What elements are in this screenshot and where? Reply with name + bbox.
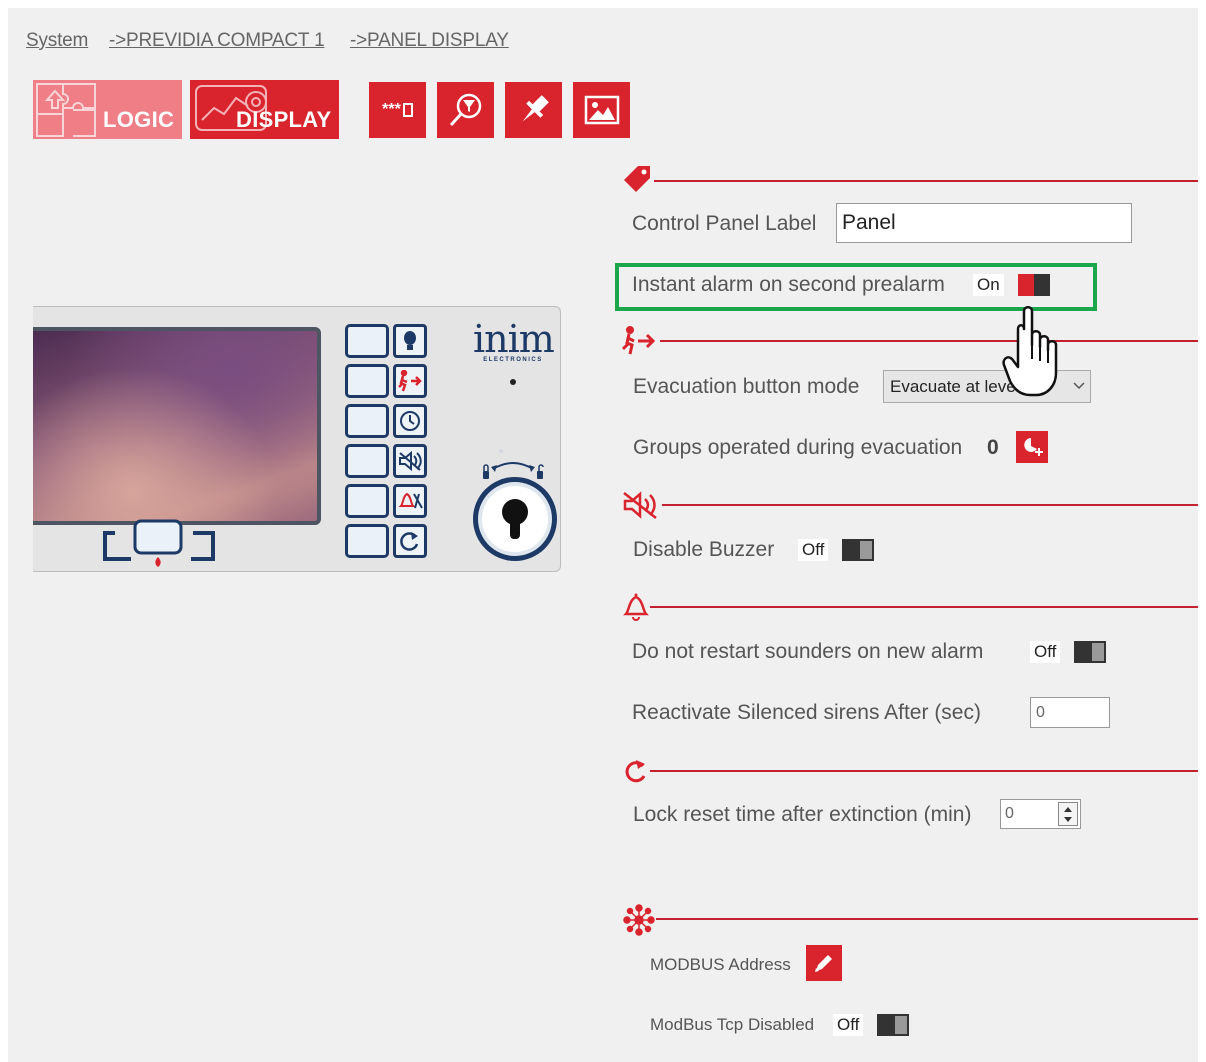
instant-alarm-switch[interactable] bbox=[1017, 274, 1050, 296]
evacuation-section-icon bbox=[622, 326, 656, 355]
modbus-tcp-label: ModBus Tcp Disabled bbox=[650, 1015, 815, 1034]
section-divider-reset bbox=[650, 770, 1198, 772]
evacuation-icon bbox=[393, 364, 427, 398]
password-label: *** bbox=[382, 101, 401, 118]
key-switch-icon bbox=[473, 449, 557, 561]
instant-alarm-label: Instant alarm on second prealarm bbox=[632, 273, 945, 296]
spinner-up-icon[interactable] bbox=[1063, 806, 1073, 813]
breadcrumb-previdia[interactable]: ->PREVIDIA COMPACT 1 bbox=[109, 30, 325, 52]
tag-icon bbox=[624, 166, 650, 192]
password-button[interactable]: *** bbox=[369, 82, 426, 138]
display-button[interactable]: DISPLAY bbox=[190, 80, 339, 139]
reactivate-sirens-input[interactable] bbox=[1030, 697, 1110, 728]
device-key-6 bbox=[345, 524, 389, 558]
filter-search-icon bbox=[449, 93, 481, 127]
section-divider-buzzer bbox=[662, 504, 1198, 506]
disable-buzzer-label: Disable Buzzer bbox=[633, 538, 775, 561]
display-label: DISPLAY bbox=[236, 107, 332, 132]
reset-icon bbox=[393, 524, 427, 558]
modbus-tcp-switch[interactable] bbox=[877, 1014, 910, 1036]
reactivate-sirens-label: Reactivate Silenced sirens After (sec) bbox=[632, 701, 981, 724]
clock-icon bbox=[393, 404, 427, 438]
restart-sounders-switch[interactable] bbox=[1074, 641, 1107, 663]
mute-icon bbox=[393, 444, 427, 478]
logic-label: LOGIC bbox=[103, 107, 175, 132]
disable-buzzer-toggle[interactable]: Off bbox=[798, 539, 875, 561]
logic-button[interactable]: LOGIC bbox=[33, 80, 182, 139]
modbus-tcp-state: Off bbox=[833, 1014, 864, 1036]
control-panel-label-input[interactable] bbox=[836, 203, 1132, 243]
network-icon bbox=[623, 904, 655, 936]
bulb-icon bbox=[393, 324, 427, 358]
add-group-button[interactable] bbox=[1016, 431, 1048, 463]
breadcrumb-panel-display[interactable]: ->PANEL DISPLAY bbox=[350, 30, 509, 52]
breadcrumb-system[interactable]: System bbox=[26, 30, 88, 52]
groups-evacuation-count: 0 bbox=[987, 436, 999, 459]
restart-sounders-label: Do not restart sounders on new alarm bbox=[632, 640, 984, 663]
modbus-address-label: MODBUS Address bbox=[650, 955, 791, 974]
section-divider-label bbox=[654, 180, 1198, 182]
inim-logo-text: inim bbox=[473, 317, 555, 361]
led-indicator bbox=[510, 379, 516, 385]
bell-icon bbox=[622, 593, 650, 621]
device-screen bbox=[33, 327, 321, 525]
add-group-icon bbox=[1024, 438, 1043, 456]
device-key-4 bbox=[345, 444, 389, 478]
reset-section-icon bbox=[625, 760, 646, 783]
hand-cursor-icon bbox=[1002, 306, 1058, 397]
inim-logo: inim ELECTRONICS bbox=[473, 317, 555, 363]
navigation-key-icon bbox=[103, 519, 215, 567]
evacuation-mode-label: Evacuation button mode bbox=[633, 375, 860, 398]
pin-icon bbox=[522, 95, 549, 122]
pencil-icon bbox=[815, 955, 832, 972]
spinner-down-icon[interactable] bbox=[1063, 816, 1073, 823]
restart-sounders-state: Off bbox=[1030, 641, 1061, 663]
image-button[interactable] bbox=[573, 82, 630, 138]
device-key-2 bbox=[345, 364, 389, 398]
instant-alarm-state: On bbox=[973, 274, 1004, 296]
device-key-1 bbox=[345, 324, 389, 358]
silence-sirens-icon bbox=[393, 484, 427, 518]
section-divider-sounders bbox=[650, 606, 1198, 608]
filter-search-button[interactable] bbox=[437, 82, 494, 138]
buzzer-mute-icon bbox=[623, 491, 657, 519]
modbus-address-edit-button[interactable] bbox=[806, 945, 842, 981]
control-panel-label-text: Control Panel Label bbox=[632, 212, 817, 235]
disable-buzzer-switch[interactable] bbox=[842, 539, 875, 561]
inim-logo-sub: ELECTRONICS bbox=[483, 357, 543, 363]
groups-evacuation-label: Groups operated during evacuation bbox=[633, 436, 963, 459]
image-icon bbox=[584, 95, 619, 125]
device-key-3 bbox=[345, 404, 389, 438]
lock-reset-spinner[interactable]: 0 bbox=[1000, 799, 1081, 829]
instant-alarm-toggle[interactable]: On bbox=[973, 274, 1050, 296]
lock-reset-value: 0 bbox=[1005, 805, 1014, 822]
device-key-5 bbox=[345, 484, 389, 518]
spinner-buttons[interactable] bbox=[1058, 802, 1078, 826]
modbus-tcp-toggle[interactable]: Off bbox=[833, 1014, 910, 1036]
restart-sounders-toggle[interactable]: Off bbox=[1030, 641, 1107, 663]
section-divider-modbus bbox=[656, 918, 1198, 920]
disable-buzzer-state: Off bbox=[798, 539, 829, 561]
pin-button[interactable] bbox=[505, 82, 562, 138]
password-cursor-icon bbox=[402, 103, 413, 117]
lock-reset-label: Lock reset time after extinction (min) bbox=[633, 803, 972, 826]
panel-device-image: inim ELECTRONICS bbox=[33, 306, 561, 572]
section-divider-evacuation bbox=[660, 340, 1198, 342]
